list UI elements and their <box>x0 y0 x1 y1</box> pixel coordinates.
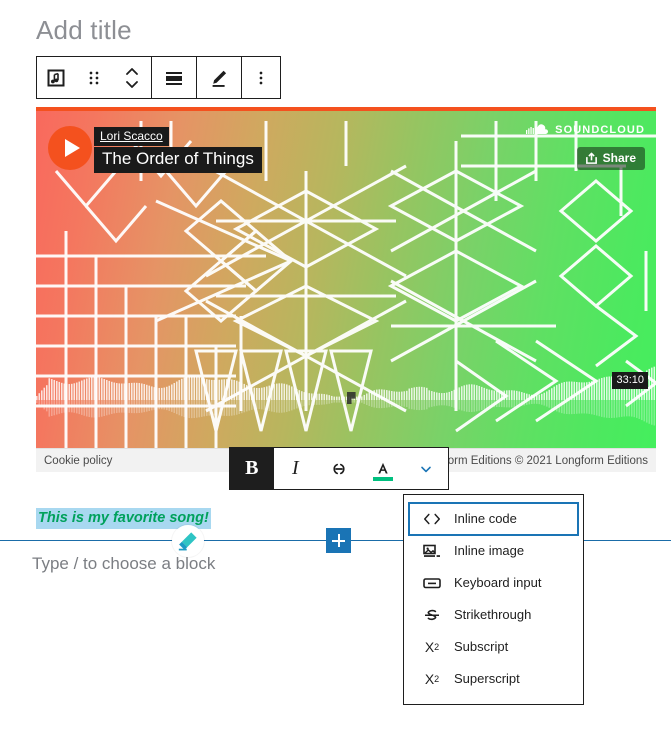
menu-item-inline-code[interactable]: Inline code <box>408 502 579 536</box>
share-button[interactable]: Share <box>576 147 645 170</box>
subscript-icon: X2 <box>424 639 440 655</box>
align-icon[interactable] <box>152 57 196 98</box>
text-color-a-icon <box>377 462 388 473</box>
block-toolbar-group-edit <box>197 57 242 98</box>
menu-item-inline-image[interactable]: Inline image <box>409 535 578 567</box>
menu-item-strikethrough[interactable]: Strikethrough <box>409 599 578 631</box>
italic-button-label: I <box>292 457 299 479</box>
menu-item-label: Strikethrough <box>454 607 532 622</box>
move-updown-icon[interactable] <box>113 57 151 98</box>
track-duration: 33:10 <box>612 372 648 389</box>
inline-code-icon <box>421 511 443 527</box>
soundcloud-wordmark: SOUNDCLOUD <box>555 124 645 136</box>
menu-item-label: Keyboard input <box>454 575 542 590</box>
rich-text-dropdown-menu: Inline code Inline image Keyboard input <box>403 494 584 705</box>
embed-artwork: Lori Scacco The Order of Things SOUNDCLO… <box>36 111 656 448</box>
superscript-icon: X2 <box>424 671 440 687</box>
strikethrough-icon <box>421 607 443 623</box>
drag-handle-icon[interactable] <box>75 57 113 98</box>
menu-item-label: Inline code <box>454 511 517 526</box>
soundcloud-embed[interactable]: Lori Scacco The Order of Things SOUNDCLO… <box>36 107 656 472</box>
more-rich-text-controls-button[interactable] <box>404 448 448 489</box>
play-button[interactable] <box>48 126 92 170</box>
share-icon <box>585 152 597 164</box>
menu-item-label: Superscript <box>454 671 520 686</box>
block-toolbar-group-block <box>37 57 152 98</box>
audio-waveform[interactable] <box>36 360 656 444</box>
link-icon <box>333 463 345 474</box>
add-block-button[interactable] <box>326 528 351 553</box>
bold-button[interactable]: B <box>230 448 274 489</box>
menu-item-superscript[interactable]: X2 Superscript <box>409 663 578 695</box>
soundcloud-cloud-icon <box>526 124 549 134</box>
menu-item-keyboard-input[interactable]: Keyboard input <box>409 567 578 599</box>
keyboard-input-icon <box>421 575 443 591</box>
embed-artist-link[interactable]: Lori Scacco <box>94 127 169 146</box>
text-color-swatch <box>372 477 393 481</box>
more-options-icon[interactable] <box>242 57 280 98</box>
page-title[interactable]: Add title <box>36 13 132 47</box>
menu-item-label: Inline image <box>454 543 525 558</box>
block-toolbar-group-more <box>242 57 280 98</box>
link-button[interactable] <box>317 448 361 489</box>
block-toolbar-group-align <box>152 57 197 98</box>
bold-button-label: B <box>245 457 259 479</box>
menu-item-label: Subscript <box>454 639 509 654</box>
inline-image-icon <box>421 543 443 559</box>
italic-button[interactable]: I <box>274 448 318 489</box>
chevron-down-icon <box>421 466 431 472</box>
block-toolbar <box>36 56 281 99</box>
play-triangle-icon <box>65 139 80 157</box>
audio-block-icon[interactable] <box>37 57 75 98</box>
embed-track-title[interactable]: The Order of Things <box>94 147 262 173</box>
cookie-policy-link[interactable]: Cookie policy <box>44 455 112 467</box>
text-color-button[interactable] <box>361 448 405 489</box>
inline-format-toolbar: B I <box>229 447 449 490</box>
block-placeholder-text[interactable]: Type / to choose a block <box>32 552 215 576</box>
soundcloud-logo[interactable]: SOUNDCLOUD <box>526 124 645 136</box>
share-button-label: Share <box>602 151 636 165</box>
menu-item-subscript[interactable]: X2 Subscript <box>409 631 578 663</box>
embed-copyright: Longform Editions © 2021 Longform Editio… <box>418 454 648 467</box>
edit-pencil-icon[interactable] <box>197 57 241 98</box>
